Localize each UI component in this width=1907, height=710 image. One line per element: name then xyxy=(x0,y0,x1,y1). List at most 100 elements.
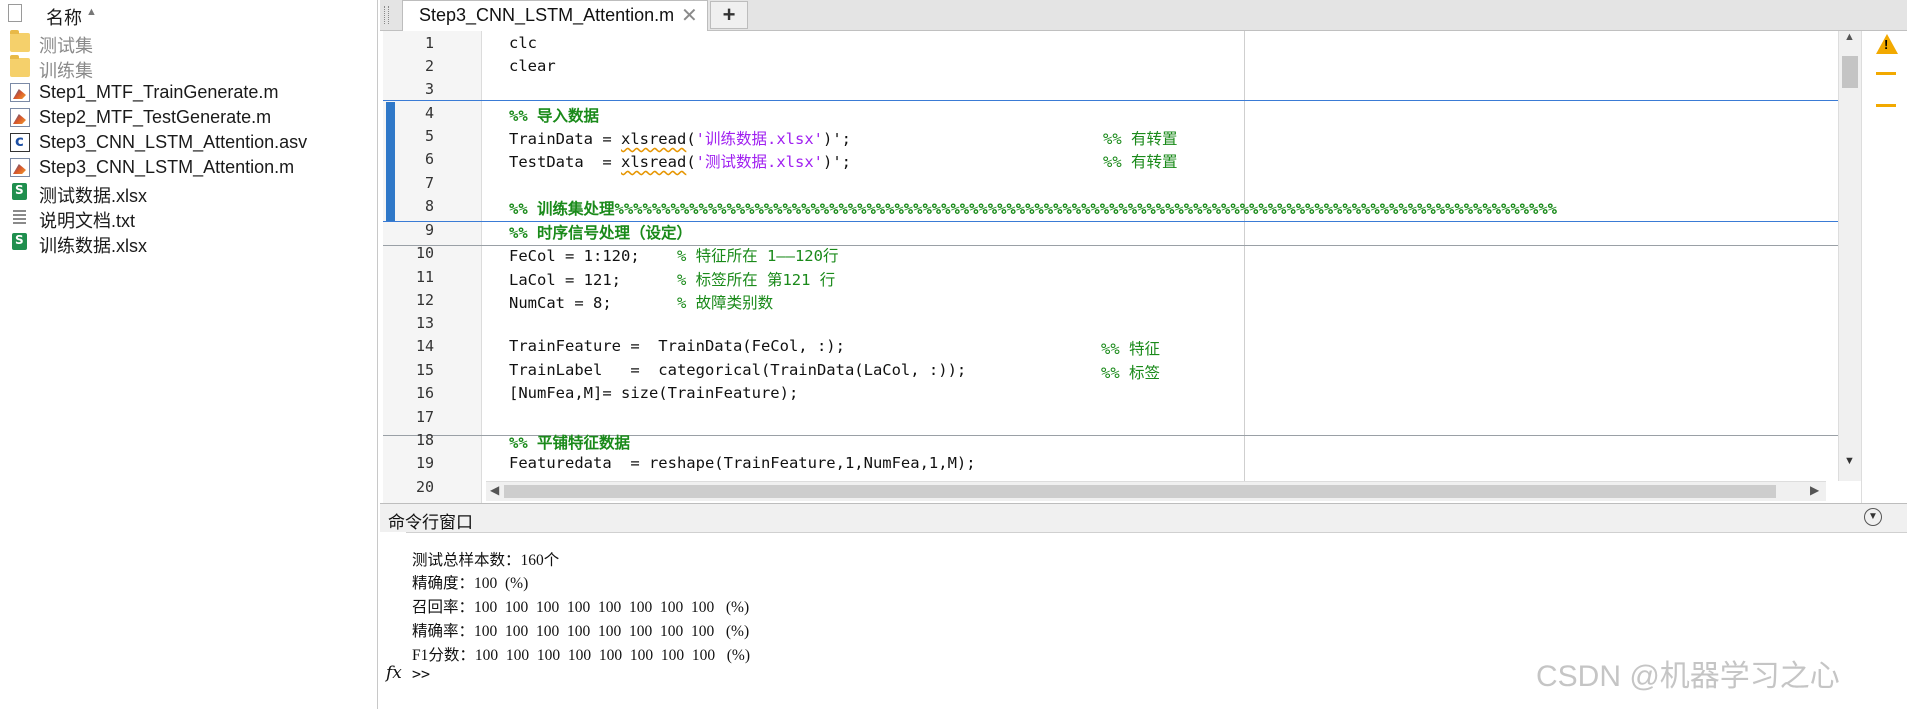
section-title: %% 时序信号处理（设定） xyxy=(509,224,692,242)
code-text: NumCat = 8; % 故障类别数 xyxy=(509,291,773,313)
code-comment: % 故障类别数 xyxy=(676,294,774,312)
folder-icon xyxy=(10,30,30,52)
function-warning-underline: xlsread xyxy=(620,130,687,148)
code-line[interactable]: 1 clc xyxy=(383,32,1840,55)
line-number: 9 xyxy=(424,221,434,239)
file-row[interactable]: Step3_CNN_LSTM_Attention.m xyxy=(0,155,377,180)
code-segment: ( xyxy=(686,153,696,171)
code-segment: FeCol = 1:120; xyxy=(509,247,677,265)
code-line[interactable]: 9 %% 时序信号处理（设定） xyxy=(383,219,1840,242)
name-column-header[interactable]: 名称 xyxy=(46,4,82,30)
matlab-file-icon xyxy=(10,158,30,177)
line-number: 17 xyxy=(415,408,434,426)
warning-exclamation: ! xyxy=(1884,37,1889,52)
file-row[interactable]: 训练集 xyxy=(0,55,377,81)
file-row[interactable]: Step3_CNN_LSTM_Attention.asv xyxy=(0,130,377,155)
warning-marker[interactable] xyxy=(1876,104,1896,107)
code-line[interactable]: 4 %% 导入数据 xyxy=(383,102,1840,125)
warning-marker[interactable] xyxy=(1876,72,1896,75)
code-line[interactable]: 11 LaCol = 121; % 标签所在 第121 行 xyxy=(383,266,1840,289)
code-line[interactable]: 18 %% 平铺特征数据 xyxy=(383,429,1840,452)
line-number: 4 xyxy=(424,104,434,122)
file-name: Step3_CNN_LSTM_Attention.m xyxy=(39,157,295,177)
horizontal-scrollbar[interactable]: ◀ ▶ xyxy=(486,481,1826,501)
matlab-file-icon xyxy=(10,108,30,127)
sort-ascending-icon: ▲ xyxy=(86,6,97,18)
line-number: 2 xyxy=(424,57,434,75)
file-name: Step1_MTF_TrainGenerate.m xyxy=(39,82,279,102)
file-name: 训练数据.xlsx xyxy=(39,236,147,256)
excel-file-icon xyxy=(12,233,27,250)
code-line[interactable]: 14 TrainFeature = TrainData(FeCol, :); %… xyxy=(383,335,1840,358)
output-line: 测试总样本数：160个 xyxy=(412,552,560,569)
code-comment: % 标签所在 第121 行 xyxy=(676,271,836,289)
code-comment: % 特征所在 1——120行 xyxy=(676,247,839,265)
line-number: 8 xyxy=(424,197,434,215)
code-comment: %% 特征 xyxy=(1101,340,1160,358)
code-line[interactable]: 10 FeCol = 1:120; % 特征所在 1——120行 xyxy=(383,242,1840,265)
code-text: TestData = xlsread('测试数据.xlsx')'; xyxy=(509,150,851,172)
line-number: 6 xyxy=(424,150,434,168)
file-row[interactable]: 说明文档.txt xyxy=(0,205,377,231)
code-line[interactable]: 7 xyxy=(383,172,1840,195)
file-row[interactable]: 测试数据.xlsx xyxy=(0,180,377,206)
code-line[interactable]: 2 clear xyxy=(383,55,1840,78)
drag-grip-icon[interactable] xyxy=(384,6,389,24)
code-segment: NumCat = 8; xyxy=(509,294,677,312)
file-row[interactable]: 测试集 xyxy=(0,30,377,56)
code-editor[interactable]: 1 clc 2 clear 3 4 %% 导入数据 5 TrainData = … xyxy=(383,31,1840,503)
file-name: Step3_CNN_LSTM_Attention.asv xyxy=(39,132,308,152)
code-line[interactable]: 8 %% 训练集处理%%%%%%%%%%%%%%%%%%%%%%%%%%%%%%… xyxy=(383,195,1840,218)
close-tab-icon[interactable]: ✕ xyxy=(681,3,698,28)
scroll-left-icon[interactable]: ◀ xyxy=(490,483,499,497)
code-line[interactable]: 3 xyxy=(383,78,1840,101)
chevron-down-icon[interactable]: ▼ xyxy=(1864,508,1882,526)
scroll-up-icon[interactable]: ▲ xyxy=(1844,31,1855,43)
file-row[interactable]: Step1_MTF_TrainGenerate.m xyxy=(0,80,377,105)
line-number: 5 xyxy=(424,127,434,145)
function-warning-underline: xlsread xyxy=(620,153,687,171)
code-line[interactable]: 5 TrainData = xlsread('训练数据.xlsx')'; %% … xyxy=(383,125,1840,148)
code-segment: )'; xyxy=(822,130,851,148)
code-line[interactable]: 19 Featuredata = reshape(TrainFeature,1,… xyxy=(383,452,1840,475)
excel-file-icon xyxy=(12,183,27,200)
tab-step3-cnn-lstm-attention[interactable]: Step3_CNN_LSTM_Attention.m ✕ xyxy=(402,0,708,31)
code-text: [NumFea,M]= size(TrainFeature); xyxy=(509,384,799,402)
scroll-right-icon[interactable]: ▶ xyxy=(1810,483,1819,497)
code-line[interactable]: 15 TrainLabel = categorical(TrainData(La… xyxy=(383,359,1840,382)
command-window-title: 命令行窗口 xyxy=(388,513,473,532)
file-row[interactable]: 训练数据.xlsx xyxy=(0,230,377,256)
line-number: 1 xyxy=(424,34,434,52)
code-line[interactable]: 6 TestData = xlsread('测试数据.xlsx')'; %% 有… xyxy=(383,148,1840,171)
code-line[interactable]: 12 NumCat = 8; % 故障类别数 xyxy=(383,289,1840,312)
line-number: 18 xyxy=(415,431,434,449)
new-tab-button[interactable]: + xyxy=(710,1,748,29)
line-number: 13 xyxy=(415,314,434,332)
code-segment: TrainData = xyxy=(509,130,621,148)
command-prompt[interactable]: >> xyxy=(412,665,430,683)
code-segment: ( xyxy=(686,130,696,148)
code-line[interactable]: 16 [NumFea,M]= size(TrainFeature); xyxy=(383,382,1840,405)
code-segment: LaCol = 121; xyxy=(509,271,677,289)
line-number: 15 xyxy=(415,361,434,379)
text-file-icon xyxy=(10,208,30,227)
function-browser-icon[interactable]: fx xyxy=(386,663,402,683)
code-comment: %% 有转置 xyxy=(1103,130,1178,148)
file-list-header[interactable]: 名称 ▲ xyxy=(0,0,377,28)
string-literal: '测试数据.xlsx' xyxy=(695,153,823,171)
asv-file-icon xyxy=(10,132,30,152)
code-line[interactable]: 13 xyxy=(383,312,1840,335)
current-folder-panel: 名称 ▲ 测试集 训练集 Step1_MTF_TrainGenerate.m S… xyxy=(0,0,378,709)
file-row[interactable]: Step2_MTF_TestGenerate.m xyxy=(0,105,377,130)
code-text: FeCol = 1:120; % 特征所在 1——120行 xyxy=(509,244,838,266)
code-line[interactable]: 17 xyxy=(383,406,1840,429)
scroll-down-icon[interactable]: ▼ xyxy=(1844,455,1855,467)
vertical-scrollbar[interactable]: ▲ ▼ xyxy=(1838,31,1861,481)
scrollbar-thumb[interactable] xyxy=(504,485,1776,498)
matlab-file-icon xyxy=(10,83,30,102)
folder-icon xyxy=(10,55,30,77)
code-text: clc xyxy=(509,34,537,52)
scrollbar-thumb[interactable] xyxy=(1842,56,1858,88)
command-window-header: 命令行窗口 ▼ xyxy=(380,504,1907,533)
output-line: F1分数：100 100 100 100 100 100 100 100 (%) xyxy=(412,647,750,664)
